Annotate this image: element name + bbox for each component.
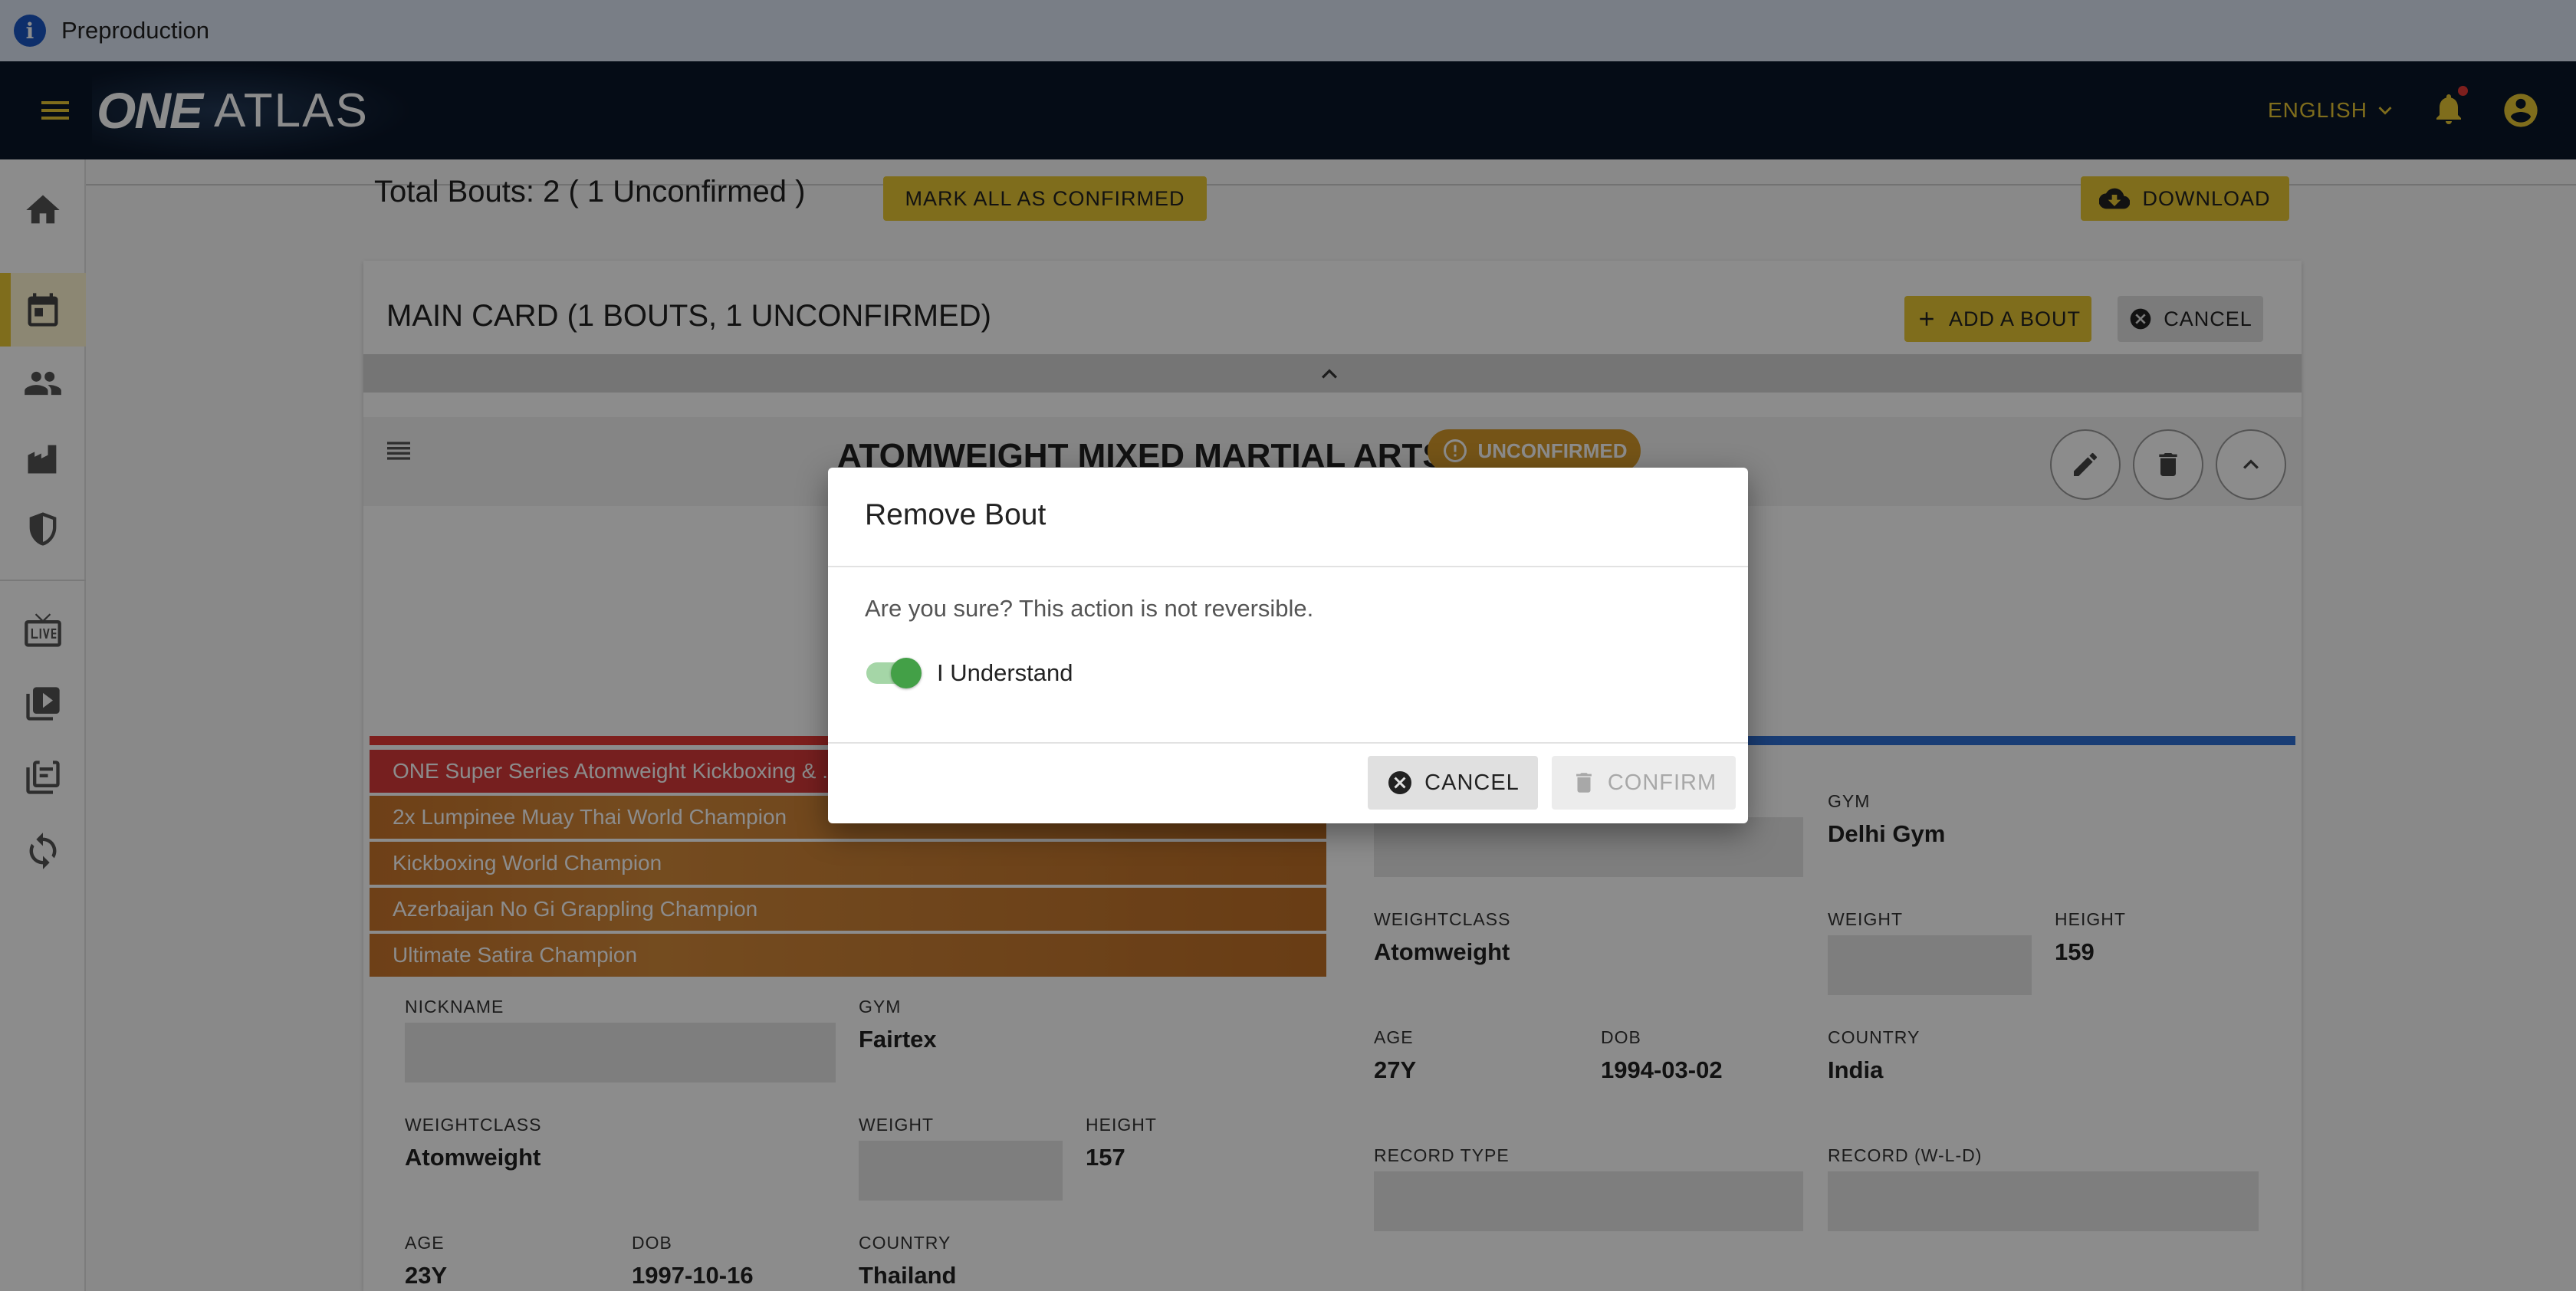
dialog-confirm-label: CONFIRM — [1607, 770, 1717, 795]
dialog-cancel-button[interactable]: CANCEL — [1368, 756, 1538, 810]
dialog-divider — [828, 742, 1748, 744]
dialog-cancel-label: CANCEL — [1424, 770, 1520, 795]
trash-icon — [1576, 773, 1592, 793]
toggle-thumb[interactable] — [891, 658, 922, 688]
dialog-message: Are you sure? This action is not reversi… — [865, 595, 1314, 622]
remove-bout-dialog: Remove Bout Are you sure? This action is… — [828, 468, 1748, 823]
dialog-divider — [828, 566, 1748, 567]
dialog-title: Remove Bout — [865, 498, 1046, 531]
toggle-label[interactable]: I Understand — [937, 659, 1073, 687]
dialog-confirm-button[interactable]: CONFIRM — [1552, 756, 1736, 810]
cancel-icon — [1388, 771, 1412, 794]
